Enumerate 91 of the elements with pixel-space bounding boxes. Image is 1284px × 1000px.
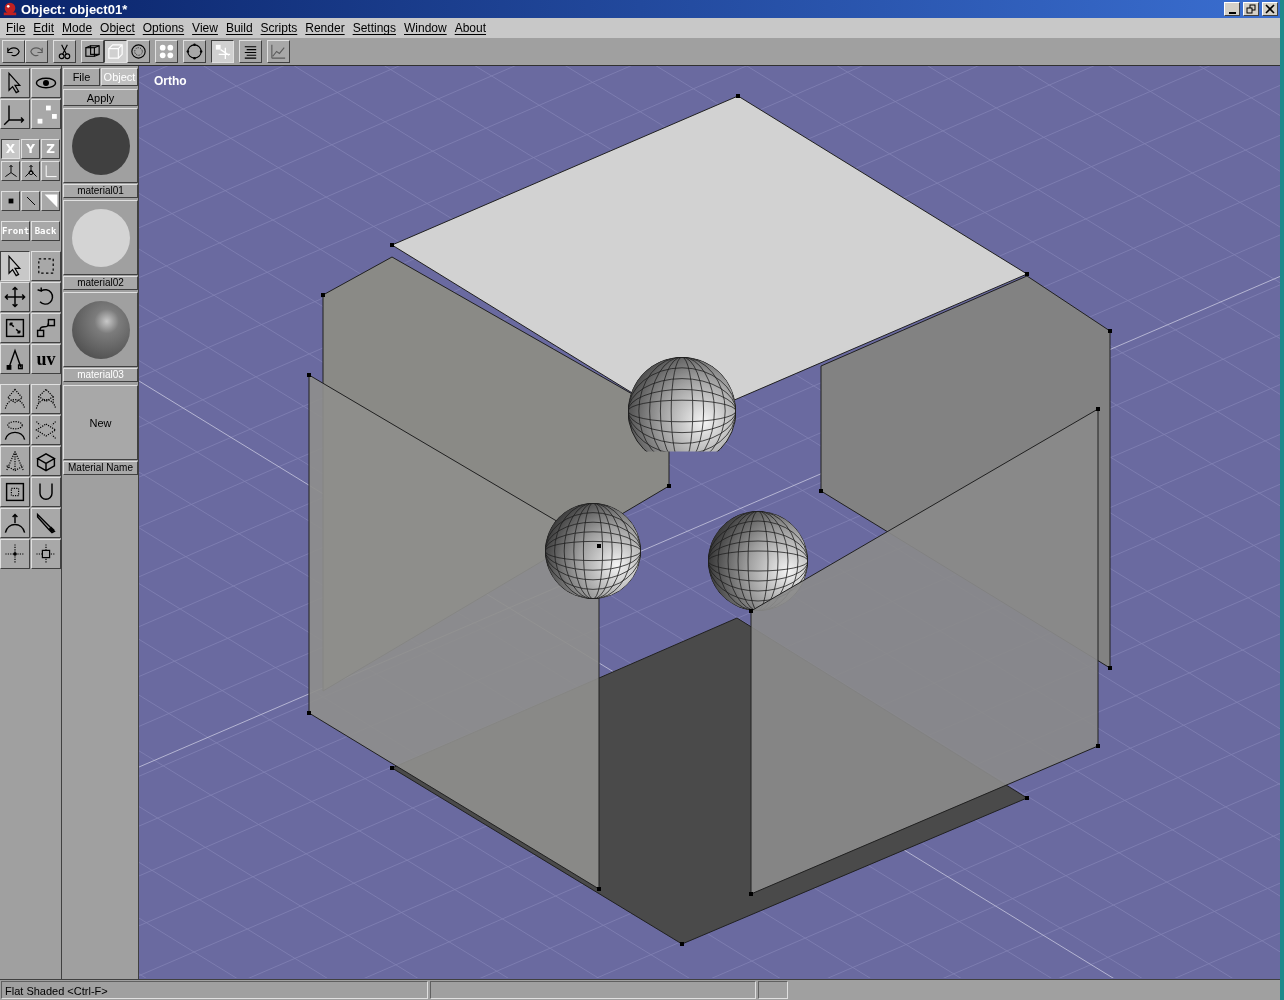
menu-item[interactable]: Options	[138, 21, 189, 35]
apply-button[interactable]: Apply	[63, 89, 138, 106]
select-arrow-button[interactable]	[0, 251, 30, 281]
material-swatch[interactable]	[63, 200, 138, 275]
handle-button[interactable]	[21, 161, 40, 181]
knife-button[interactable]	[31, 508, 61, 538]
four-dots-button[interactable]	[155, 40, 178, 63]
move-button[interactable]	[0, 282, 30, 312]
material-swatch[interactable]	[63, 292, 138, 367]
menu-item[interactable]: Render	[301, 21, 349, 35]
dome-icon	[34, 387, 58, 411]
vertex-button[interactable]	[0, 344, 30, 374]
minimize-button[interactable]	[1224, 2, 1240, 16]
menu-item[interactable]: About	[450, 21, 491, 35]
knife-icon	[34, 511, 58, 535]
menu-item[interactable]: Window	[400, 21, 451, 35]
scale-icon	[3, 316, 27, 340]
four-dots-icon	[157, 42, 176, 61]
uv-button[interactable]: uv	[31, 344, 61, 374]
marquee-select-button[interactable]	[31, 251, 61, 281]
box-button[interactable]	[31, 446, 61, 476]
dome-icon	[3, 387, 27, 411]
circle-points-icon	[185, 42, 204, 61]
points-button[interactable]	[31, 99, 61, 129]
square-icon	[3, 480, 27, 504]
menu-item[interactable]: Object	[96, 21, 139, 35]
cube-icon	[106, 42, 125, 61]
cross-box-button[interactable]	[31, 539, 61, 569]
magnet-button[interactable]	[31, 477, 61, 507]
minimize-icon	[1228, 11, 1236, 14]
material-name-label: Material Name	[63, 461, 138, 475]
handle-button[interactable]	[1, 161, 20, 181]
menu-item[interactable]: File	[2, 21, 30, 35]
undo-button[interactable]	[2, 40, 25, 63]
app-logo-icon	[2, 1, 18, 17]
move-icon	[3, 285, 27, 309]
cross-box-icon	[34, 542, 58, 566]
diamond-button[interactable]	[31, 415, 61, 445]
material-swatch[interactable]	[63, 108, 138, 183]
two-cubes-button[interactable]	[81, 40, 104, 63]
cone-button[interactable]	[0, 446, 30, 476]
axes-button[interactable]	[0, 99, 30, 129]
dotted-sphere-icon	[129, 42, 148, 61]
window-title: Object: object01*	[21, 1, 128, 17]
restore-icon	[1246, 4, 1256, 14]
viewport-label: Ortho	[154, 74, 187, 88]
handle-icon	[22, 163, 39, 179]
corner-button[interactable]	[41, 161, 60, 181]
list-button[interactable]	[239, 40, 262, 63]
close-button[interactable]	[1262, 2, 1278, 16]
snap-button[interactable]	[211, 40, 234, 63]
menu-item[interactable]: Edit	[29, 21, 59, 35]
cube-button[interactable]	[104, 40, 127, 63]
menu-item[interactable]: View	[188, 21, 222, 35]
dotted-sphere-button[interactable]	[127, 40, 150, 63]
line-graph-icon	[269, 42, 288, 61]
shear-icon	[34, 316, 58, 340]
new-material-button[interactable]: New	[63, 385, 138, 460]
scissors-button[interactable]	[53, 40, 76, 63]
handle-icon	[2, 163, 19, 179]
material-name: material03	[63, 368, 138, 382]
menu-item[interactable]: Mode	[58, 21, 97, 35]
material-name: material02	[63, 276, 138, 290]
arc-button[interactable]	[0, 508, 30, 538]
dome-button[interactable]	[31, 384, 61, 414]
face-mode-button[interactable]	[41, 191, 60, 211]
scale-button[interactable]	[0, 313, 30, 343]
square-button[interactable]	[0, 477, 30, 507]
shear-button[interactable]	[31, 313, 61, 343]
cone-icon	[3, 449, 27, 473]
restore-button[interactable]	[1243, 2, 1259, 16]
close-icon	[1265, 4, 1275, 14]
material-name: material01	[63, 184, 138, 198]
menu-item[interactable]: Settings	[348, 21, 400, 35]
edge-mode-button[interactable]	[21, 191, 40, 211]
status-text: Flat Shaded <Ctrl-F>	[1, 981, 428, 999]
panel-tab[interactable]: File	[63, 68, 100, 86]
arc-icon	[3, 511, 27, 535]
twist-button[interactable]	[0, 415, 30, 445]
twist-icon	[3, 418, 27, 442]
cross-button[interactable]	[0, 539, 30, 569]
menu-item[interactable]: Build	[221, 21, 257, 35]
cross-icon	[3, 542, 27, 566]
circle-points-button[interactable]	[183, 40, 206, 63]
dome-button[interactable]	[0, 384, 30, 414]
menu-item[interactable]: Scripts	[256, 21, 302, 35]
rotate-button[interactable]	[31, 282, 61, 312]
snap-icon	[213, 42, 232, 61]
status-panel	[758, 981, 788, 999]
vertex-mode-button[interactable]	[1, 191, 20, 211]
eye-button[interactable]	[31, 68, 61, 98]
